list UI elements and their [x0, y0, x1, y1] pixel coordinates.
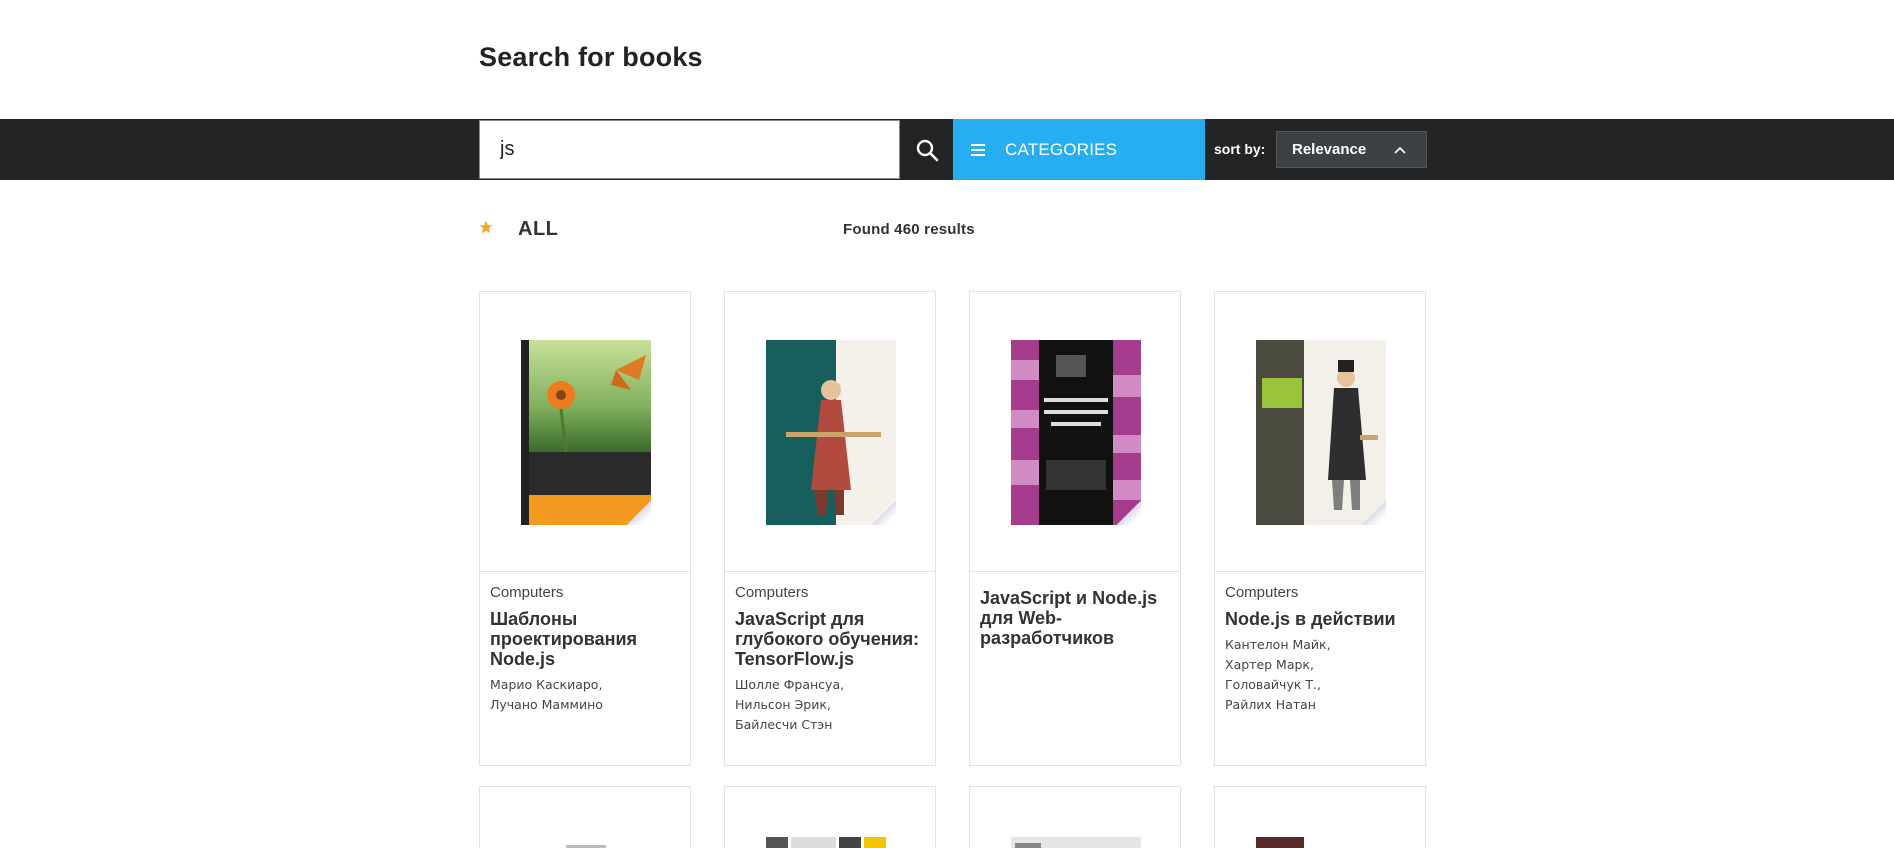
book-category: Computers: [735, 584, 809, 601]
book-author: Марио Каскиаро,: [490, 677, 603, 692]
filter-row: ALL Found 460 results: [479, 218, 1429, 242]
book-cover-image: [1011, 837, 1141, 848]
book-title[interactable]: JavaScript и Node.js для Web-разработчик…: [980, 588, 1170, 648]
page-title: Search for books: [479, 42, 703, 72]
book-authors: Марио Каскиаро, Лучано Маммино: [490, 675, 680, 715]
book-cover-area: [970, 292, 1180, 572]
book-author: Лучано Маммино: [490, 697, 603, 712]
search-input[interactable]: [480, 121, 899, 178]
search-field[interactable]: [479, 120, 900, 179]
book-cover-area: [1215, 292, 1425, 572]
book-cover-image: [1011, 340, 1141, 525]
book-author: Шолле Франсуа,: [735, 677, 845, 692]
results-count: Found 460 results: [843, 221, 975, 238]
book-card[interactable]: Computers Шаблоны проектирования Node.js…: [479, 291, 691, 766]
book-authors: Кантелон Майк, Хартер Марк, Головайчук Т…: [1225, 635, 1415, 715]
book-cover-image: [766, 340, 896, 525]
search-toolbar: CATEGORIES sort by: Relevance: [0, 119, 1894, 180]
book-cover-image: [766, 837, 896, 848]
book-cover-area: [480, 292, 690, 572]
book-title[interactable]: Шаблоны проектирования Node.js: [490, 609, 680, 669]
book-author: Райлих Натан: [1225, 697, 1316, 712]
book-author: Байлесчи Стэн: [735, 717, 833, 732]
book-cover-image: [1256, 340, 1386, 525]
menu-icon: [971, 141, 985, 159]
book-card[interactable]: [969, 786, 1181, 848]
sort-value: Relevance: [1292, 141, 1367, 158]
book-author: Нильсон Эрик,: [735, 697, 831, 712]
book-cover-image: [521, 837, 651, 848]
book-title[interactable]: JavaScript для глубокого обучения: Tenso…: [735, 609, 925, 669]
book-cover-area: [725, 292, 935, 572]
category-filter-all[interactable]: ALL: [518, 218, 558, 241]
book-card[interactable]: [1214, 786, 1426, 848]
book-card[interactable]: Computers JavaScript для глубокого обуче…: [724, 291, 936, 766]
book-author: Хартер Марк,: [1225, 657, 1314, 672]
categories-button[interactable]: CATEGORIES: [953, 119, 1205, 180]
chevron-up-icon: [1394, 146, 1406, 154]
search-icon: [916, 139, 938, 161]
search-button[interactable]: [900, 119, 953, 180]
star-icon: [479, 220, 493, 234]
book-card[interactable]: [479, 786, 691, 848]
book-category: Computers: [490, 584, 564, 601]
book-card[interactable]: Computers Node.js в действии Кантелон Ма…: [1214, 291, 1426, 766]
book-author: Кантелон Майк,: [1225, 637, 1331, 652]
sort-dropdown[interactable]: Relevance: [1276, 131, 1427, 168]
book-title[interactable]: Node.js в действии: [1225, 609, 1415, 629]
book-cover-image: [1256, 837, 1386, 848]
book-card[interactable]: [724, 786, 936, 848]
book-card[interactable]: JavaScript и Node.js для Web-разработчик…: [969, 291, 1181, 766]
book-cover-image: [521, 340, 651, 525]
categories-label: CATEGORIES: [1005, 139, 1118, 159]
book-category: Computers: [1225, 584, 1299, 601]
book-authors: Шолле Франсуа, Нильсон Эрик, Байлесчи Ст…: [735, 675, 925, 735]
sort-label: sort by:: [1214, 141, 1266, 157]
book-author: Головайчук Т.,: [1225, 677, 1321, 692]
